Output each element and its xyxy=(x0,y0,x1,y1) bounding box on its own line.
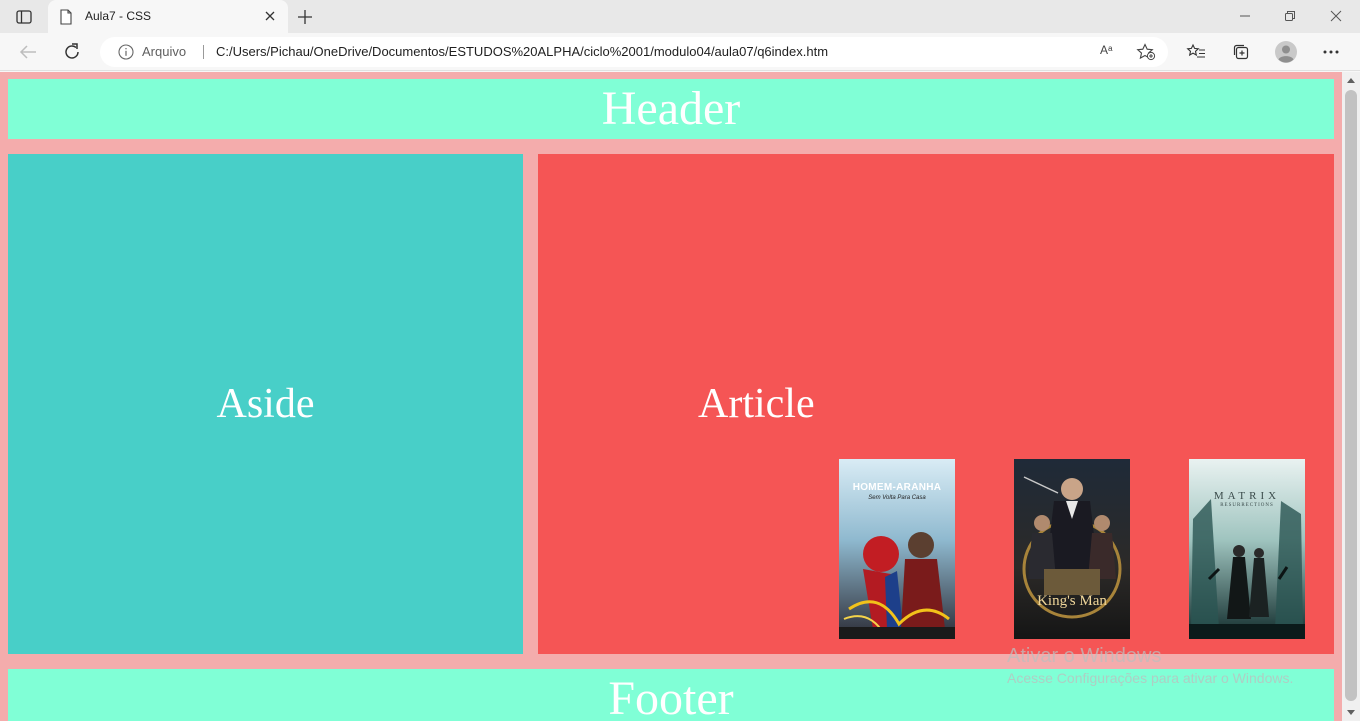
more-icon xyxy=(1323,50,1339,54)
add-favorite-icon[interactable] xyxy=(1136,43,1156,61)
new-tab-button[interactable] xyxy=(294,6,316,28)
profile-button[interactable] xyxy=(1273,40,1299,64)
info-icon[interactable] xyxy=(118,44,134,60)
back-icon xyxy=(19,45,36,59)
chevron-up-icon xyxy=(1347,78,1355,83)
address-bar[interactable]: Arquivo C:/Users/Pichau/OneDrive/Documen… xyxy=(100,37,1168,67)
vertical-scrollbar[interactable] xyxy=(1342,72,1360,721)
activation-watermark: Ativar o Windows Acesse Configurações pa… xyxy=(1007,645,1293,686)
matrix-poster: MATRIX RESURRECTIONS xyxy=(1189,459,1305,639)
favorites-button[interactable] xyxy=(1183,40,1209,64)
browser-tab[interactable]: Aula7 - CSS xyxy=(48,0,288,33)
watermark-subtitle: Acesse Configurações para ativar o Windo… xyxy=(1007,670,1294,686)
page-aside: Aside xyxy=(8,154,523,654)
plus-icon xyxy=(298,10,312,24)
kings-man-poster: King's Man xyxy=(1014,459,1130,639)
tab-actions-icon xyxy=(16,10,32,24)
back-button[interactable] xyxy=(15,40,41,64)
profile-icon xyxy=(1275,41,1297,63)
chevron-down-icon xyxy=(1347,710,1355,715)
poster-subtitle: Sem Volta Para Casa xyxy=(868,495,926,501)
security-label: Arquivo xyxy=(142,44,187,59)
browser-toolbar: Arquivo C:/Users/Pichau/OneDrive/Documen… xyxy=(0,33,1360,71)
url-text[interactable]: C:/Users/Pichau/OneDrive/Documentos/ESTU… xyxy=(216,44,828,59)
watermark-title: Ativar o Windows xyxy=(1007,645,1162,667)
close-icon xyxy=(265,11,275,21)
scroll-up-button[interactable] xyxy=(1342,72,1360,88)
page-article: Article HOMEM-ARANHA Sem Volta Para Casa… xyxy=(538,154,1334,654)
minimize-icon xyxy=(1240,15,1250,17)
scroll-thumb[interactable] xyxy=(1345,90,1357,701)
address-separator xyxy=(203,45,204,59)
aside-label: Aside xyxy=(216,381,315,427)
favorites-icon xyxy=(1186,43,1205,58)
more-button[interactable] xyxy=(1318,40,1344,64)
tab-actions-button[interactable] xyxy=(10,6,38,28)
page-header: Header xyxy=(8,79,1334,139)
page-viewport: Header Aside Article HOMEM-ARANHA Sem Vo… xyxy=(0,72,1342,721)
scroll-down-button[interactable] xyxy=(1342,705,1360,721)
collections-icon xyxy=(1233,44,1249,60)
minimize-button[interactable] xyxy=(1223,4,1267,28)
poster-title: MATRIX xyxy=(1213,490,1281,502)
poster-subtitle: RESURRECTIONS xyxy=(1220,503,1274,508)
collections-button[interactable] xyxy=(1228,40,1254,64)
poster-title: HOMEM-ARANHA xyxy=(852,482,942,493)
poster-title: King's Man xyxy=(1037,593,1107,609)
tab-strip: Aula7 - CSS xyxy=(0,0,1360,33)
read-aloud-icon[interactable]: Aᵃ xyxy=(1100,43,1120,61)
page-icon xyxy=(60,9,72,25)
tab-title: Aula7 - CSS xyxy=(85,9,152,23)
homem-aranha-poster: HOMEM-ARANHA Sem Volta Para Casa xyxy=(839,459,955,639)
article-label: Article xyxy=(698,381,815,427)
close-icon xyxy=(1330,10,1342,22)
refresh-button[interactable] xyxy=(59,40,85,64)
window-close-button[interactable] xyxy=(1314,4,1358,28)
restore-button[interactable] xyxy=(1268,4,1312,28)
refresh-icon xyxy=(65,43,79,59)
tab-close-button[interactable] xyxy=(262,8,278,24)
restore-icon xyxy=(1285,11,1295,21)
